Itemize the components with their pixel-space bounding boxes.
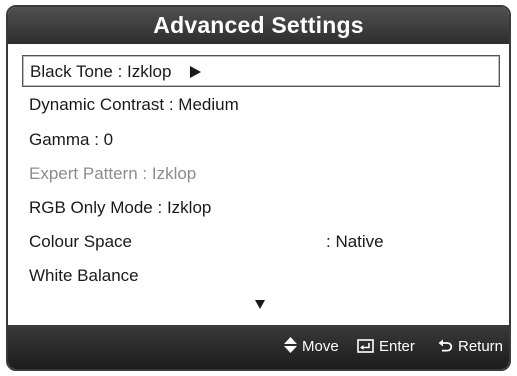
menu-item-white-balance[interactable]: White Balance [22, 260, 139, 292]
menu-item-value: : Medium [168, 95, 239, 114]
menu-item-value: : Izklop [157, 198, 212, 217]
enter-hint: Enter [357, 325, 415, 369]
menu-item-label: Dynamic Contrast [29, 95, 165, 114]
move-label: Move [302, 338, 339, 355]
menu-item-value: : Izklop [142, 164, 197, 183]
menu-item-value: : Native [326, 232, 384, 251]
menu-item-rgb-only-mode[interactable]: RGB Only Mode : Izklop [22, 192, 211, 224]
return-hint: Return [438, 325, 503, 369]
play-arrow-icon [190, 66, 202, 78]
settings-menu: Black Tone : Izklop Dynamic Contrast : M… [22, 55, 505, 315]
scroll-down-arrow-icon[interactable] [255, 300, 265, 309]
menu-item-label: Colour Space [29, 232, 133, 251]
menu-item-gamma[interactable]: Gamma : 0 [22, 124, 113, 156]
menu-item-label: Expert Pattern [29, 164, 138, 183]
menu-item-expert-pattern: Expert Pattern : Izklop [22, 158, 196, 190]
menu-item-value: : Izklop [117, 62, 172, 81]
menu-item-label: Gamma [29, 130, 90, 149]
advanced-settings-panel: Advanced Settings Black Tone : Izklop Dy… [6, 5, 511, 371]
menu-item-black-tone[interactable]: Black Tone : Izklop [22, 55, 500, 87]
menu-item-label: Black Tone [30, 62, 113, 81]
enter-label: Enter [379, 338, 415, 355]
navigation-hint-bar: Move Enter Return [8, 325, 509, 369]
return-label: Return [458, 338, 504, 355]
menu-item-value: : 0 [94, 130, 114, 149]
up-down-arrows-icon [284, 337, 297, 353]
return-icon [438, 339, 453, 352]
menu-item-dynamic-contrast[interactable]: Dynamic Contrast : Medium [22, 89, 239, 121]
menu-item-colour-space[interactable]: Colour Space : Native [22, 226, 500, 258]
move-hint: Move [284, 325, 339, 369]
panel-title: Advanced Settings [8, 7, 509, 44]
enter-icon [357, 339, 374, 353]
menu-item-label: RGB Only Mode [29, 198, 153, 217]
menu-item-label: White Balance [29, 266, 139, 285]
